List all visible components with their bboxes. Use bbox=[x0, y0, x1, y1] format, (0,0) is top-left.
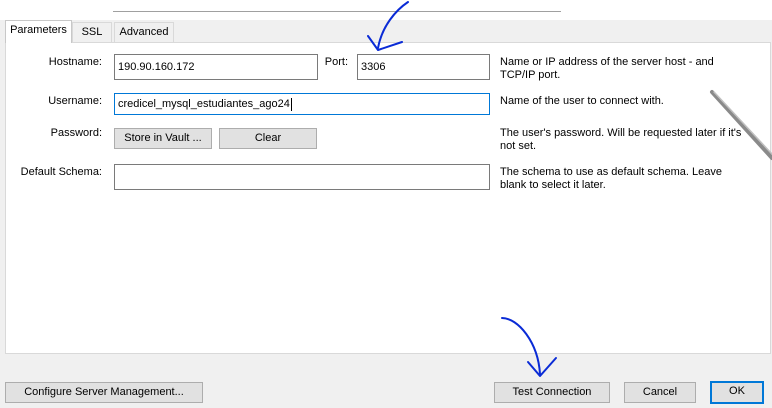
ok-button[interactable]: OK bbox=[710, 381, 764, 404]
port-label: Port: bbox=[324, 56, 348, 68]
clear-password-button[interactable]: Clear bbox=[219, 128, 317, 149]
text-caret bbox=[290, 97, 292, 111]
username-label: Username: bbox=[48, 95, 102, 107]
hostname-input[interactable]: 190.90.160.172 bbox=[114, 54, 318, 80]
annotation-arrow-port-icon bbox=[367, 1, 409, 51]
top-divider bbox=[113, 11, 561, 12]
tab-parameters[interactable]: Parameters bbox=[5, 20, 72, 43]
parameters-panel bbox=[5, 42, 771, 354]
default-schema-input[interactable] bbox=[114, 164, 490, 190]
test-connection-button[interactable]: Test Connection bbox=[494, 382, 610, 403]
username-value: credicel_mysql_estudiantes_ago24 bbox=[118, 98, 290, 110]
hostname-description: Name or IP address of the server host - … bbox=[500, 56, 714, 81]
tab-advanced[interactable]: Advanced bbox=[114, 22, 174, 42]
pen-overlay-icon bbox=[710, 90, 772, 160]
username-description: Name of the user to connect with. bbox=[500, 95, 664, 107]
password-label: Password: bbox=[50, 127, 102, 139]
configure-server-management-button[interactable]: Configure Server Management... bbox=[5, 382, 203, 403]
cancel-button[interactable]: Cancel bbox=[624, 382, 696, 403]
default-schema-label: Default Schema: bbox=[20, 166, 102, 178]
default-schema-description: The schema to use as default schema. Lea… bbox=[500, 166, 722, 191]
hostname-label: Hostname: bbox=[48, 56, 102, 68]
tab-ssl[interactable]: SSL bbox=[72, 22, 112, 42]
store-in-vault-button[interactable]: Store in Vault ... bbox=[114, 128, 212, 149]
annotation-arrow-test-connection-icon bbox=[501, 317, 557, 377]
username-input[interactable]: credicel_mysql_estudiantes_ago24 bbox=[114, 93, 490, 115]
